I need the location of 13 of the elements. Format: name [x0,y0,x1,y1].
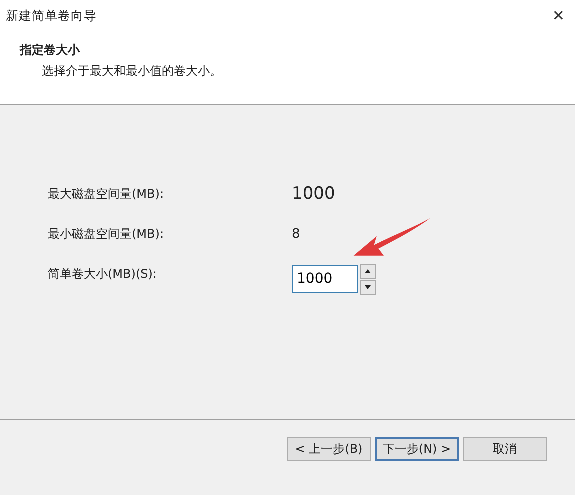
window-title: 新建简单卷向导 [6,8,97,24]
field-label: 最大磁盘空间量(MB): [48,186,165,202]
field-label: 最小磁盘空间量(MB): [48,226,165,242]
close-button[interactable]: ✕ [552,7,565,25]
wizard-button[interactable]: < 上一步(B) [287,437,371,461]
wizard-button[interactable]: 取消 [463,437,547,461]
page-title: 指定卷大小 [20,42,82,59]
field-label: 简单卷大小(MB)(S): [48,266,158,282]
wizard-button[interactable]: 下一步(N) > [375,437,459,461]
field-value: 8 [292,226,300,242]
size-input[interactable]: 1000 [292,265,358,293]
field-value: 1000 [292,184,336,204]
page-subtitle: 选择介于最大和最小值的卷大小。 [42,63,223,80]
